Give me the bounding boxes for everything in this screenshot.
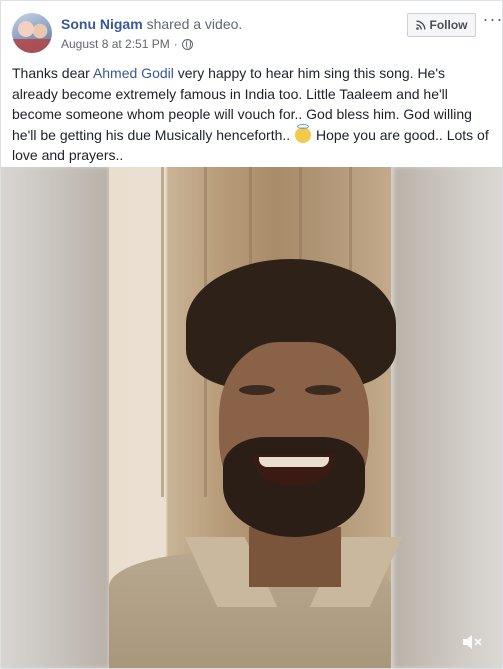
post-action-text: shared a video.	[146, 16, 243, 32]
video-blur-right	[394, 167, 502, 668]
video-person-beard	[223, 437, 365, 537]
author-name-link[interactable]: Sonu Nigam	[61, 16, 143, 32]
post-card: Sonu Nigam shared a video. August 8 at 2…	[0, 0, 503, 669]
follow-label: Follow	[429, 18, 468, 32]
mention-link[interactable]: Ahmed Godil	[93, 65, 174, 81]
post-title-line: Sonu Nigam shared a video.	[61, 16, 242, 32]
post-header: Sonu Nigam shared a video. August 8 at 2…	[12, 10, 502, 57]
halo-emoji-icon	[295, 123, 312, 143]
post-text-part-1: Thanks dear	[12, 65, 93, 81]
mute-toggle-button[interactable]	[456, 629, 490, 655]
post-meta: August 8 at 2:51 PM ·	[61, 37, 193, 51]
video-blur-left	[1, 167, 109, 668]
more-options-button[interactable]: ···	[482, 10, 503, 31]
author-avatar[interactable]	[12, 13, 52, 53]
post-timestamp[interactable]: August 8 at 2:51 PM	[61, 37, 170, 51]
video-player[interactable]	[1, 167, 502, 668]
follow-button[interactable]: Follow	[407, 13, 476, 37]
globe-icon[interactable]	[181, 38, 193, 50]
rss-icon	[415, 20, 425, 30]
post-message: Thanks dear Ahmed Godil very happy to he…	[12, 63, 490, 166]
meta-separator: ·	[173, 37, 178, 51]
speaker-muted-icon	[463, 635, 482, 649]
